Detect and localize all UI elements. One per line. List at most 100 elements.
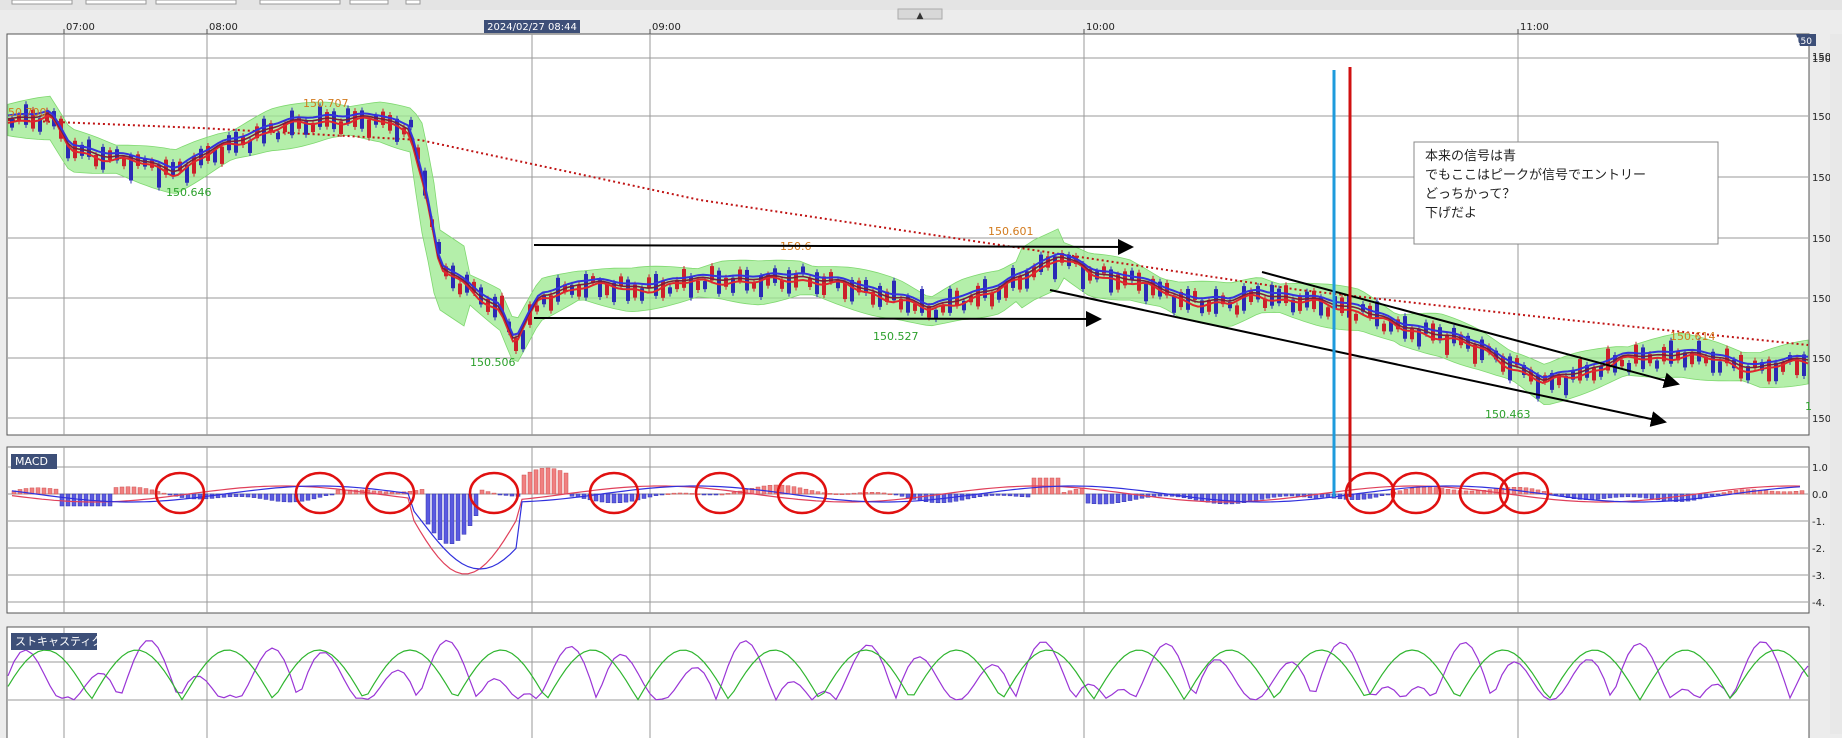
price-label: 150.646 (166, 186, 212, 199)
macd-bar (425, 493, 431, 525)
macd-bar (731, 492, 737, 495)
trend-arrow[interactable] (533, 310, 1102, 327)
candle-body (108, 150, 112, 160)
macd-bar (1451, 489, 1457, 495)
macd-bar (839, 493, 845, 495)
macd-bar (59, 493, 65, 507)
candle-body (1326, 307, 1330, 317)
macd-bar (1763, 490, 1769, 495)
time-label: 09:00 (652, 22, 681, 33)
macd-bar (881, 492, 887, 495)
candle-body (1018, 275, 1022, 290)
macd-bar (1469, 490, 1475, 495)
candle-body (647, 277, 651, 289)
macd-bar (785, 485, 791, 495)
macd-bar (875, 492, 881, 495)
macd-tick: -4. (1812, 598, 1825, 609)
price-tick: 150 (1812, 234, 1831, 245)
toolbar-field[interactable] (11, 0, 73, 5)
time-axis: 07:00 08:00 09:00 10:00 11:00 (63, 22, 1549, 34)
candle-body (1564, 375, 1568, 396)
macd-bar (1607, 493, 1613, 499)
candle-body (1375, 301, 1379, 327)
price-label: 150.506 (470, 356, 516, 369)
macd-bar (485, 491, 491, 495)
collapse-arrow-icon: ▲ (917, 11, 924, 21)
macd-bar (257, 493, 263, 499)
chart-canvas: ▲ 07:00 08:00 09:00 10:00 11:00 2024/02/27 0… (0, 0, 1842, 738)
candle-body (717, 270, 721, 294)
macd-bar (1403, 489, 1409, 495)
macd-bar (287, 493, 293, 503)
candle-body (73, 140, 77, 159)
macd-bar (539, 468, 545, 495)
macd-bar (95, 493, 101, 507)
macd-bar (1445, 488, 1451, 495)
macd-bar (683, 492, 689, 495)
macd-bar (1721, 492, 1727, 495)
macd-bar (47, 488, 53, 495)
macd-bar (1769, 490, 1775, 495)
note-line: どっちかって？ (1425, 187, 1515, 202)
toolbar-field[interactable] (85, 0, 147, 5)
candle-body (1235, 305, 1239, 315)
macd-bar (437, 493, 443, 540)
macd-bar (497, 493, 503, 496)
note-line: 下げだよ (1425, 206, 1477, 221)
macd-bar (1397, 490, 1403, 495)
toolbar-field[interactable] (155, 0, 237, 5)
macd-bar (1787, 491, 1793, 495)
macd-bar (647, 493, 653, 498)
macd-bar (1109, 493, 1115, 504)
macd-bar (1715, 493, 1721, 496)
candle-body (577, 284, 581, 297)
note-line: でもここはピークが信号でエントリー (1425, 168, 1646, 183)
macd-bar (551, 468, 557, 495)
macd-bar (131, 486, 137, 495)
macd-bar (545, 467, 551, 495)
macd-tick: -3. (1812, 571, 1825, 582)
macd-bar (617, 493, 623, 504)
macd-bar (1283, 493, 1289, 497)
candle-body (542, 295, 546, 305)
macd-bar (701, 493, 707, 496)
macd-bar (383, 491, 389, 495)
macd-bar (479, 489, 485, 495)
macd-bar (833, 493, 839, 495)
macd-bar (1625, 493, 1631, 498)
macd-axis: 1.0 0.0 -1. -2. -3. -4. (1812, 463, 1828, 609)
macd-bar (629, 493, 635, 502)
macd-bar (443, 493, 449, 544)
toolbar-field[interactable] (349, 0, 389, 5)
macd-bar (893, 493, 899, 496)
macd-bar (227, 493, 233, 498)
macd-bar (305, 493, 311, 501)
macd-bar (713, 493, 719, 496)
macd-bar (605, 493, 611, 503)
macd-bar (623, 493, 629, 503)
toolbar-checkbox[interactable] (405, 0, 421, 5)
macd-bar (1781, 491, 1787, 495)
candle-body (220, 146, 224, 164)
candle-body (941, 305, 945, 313)
macd-bar (527, 471, 533, 495)
macd-bar (851, 492, 857, 495)
macd-bar (335, 489, 341, 495)
macd-bar (1295, 493, 1301, 497)
macd-bar (1529, 488, 1535, 495)
macd-bar (725, 493, 731, 495)
cursor-time-label: 2024/02/27 08:44 (487, 22, 577, 33)
macd-bar (149, 489, 155, 495)
toolbar-field[interactable] (259, 0, 341, 5)
macd-bar (1661, 493, 1667, 501)
vertical-scrollbar[interactable] (1830, 34, 1842, 734)
macd-bar (101, 493, 107, 507)
price-label: 150.614 (1670, 330, 1716, 343)
macd-bar (1361, 493, 1367, 500)
candle-body (1172, 295, 1176, 313)
candle-body (101, 146, 105, 170)
candle-body (1641, 347, 1645, 370)
macd-bar (1643, 493, 1649, 499)
macd-bar (1379, 493, 1385, 496)
macd-bar (251, 493, 257, 498)
